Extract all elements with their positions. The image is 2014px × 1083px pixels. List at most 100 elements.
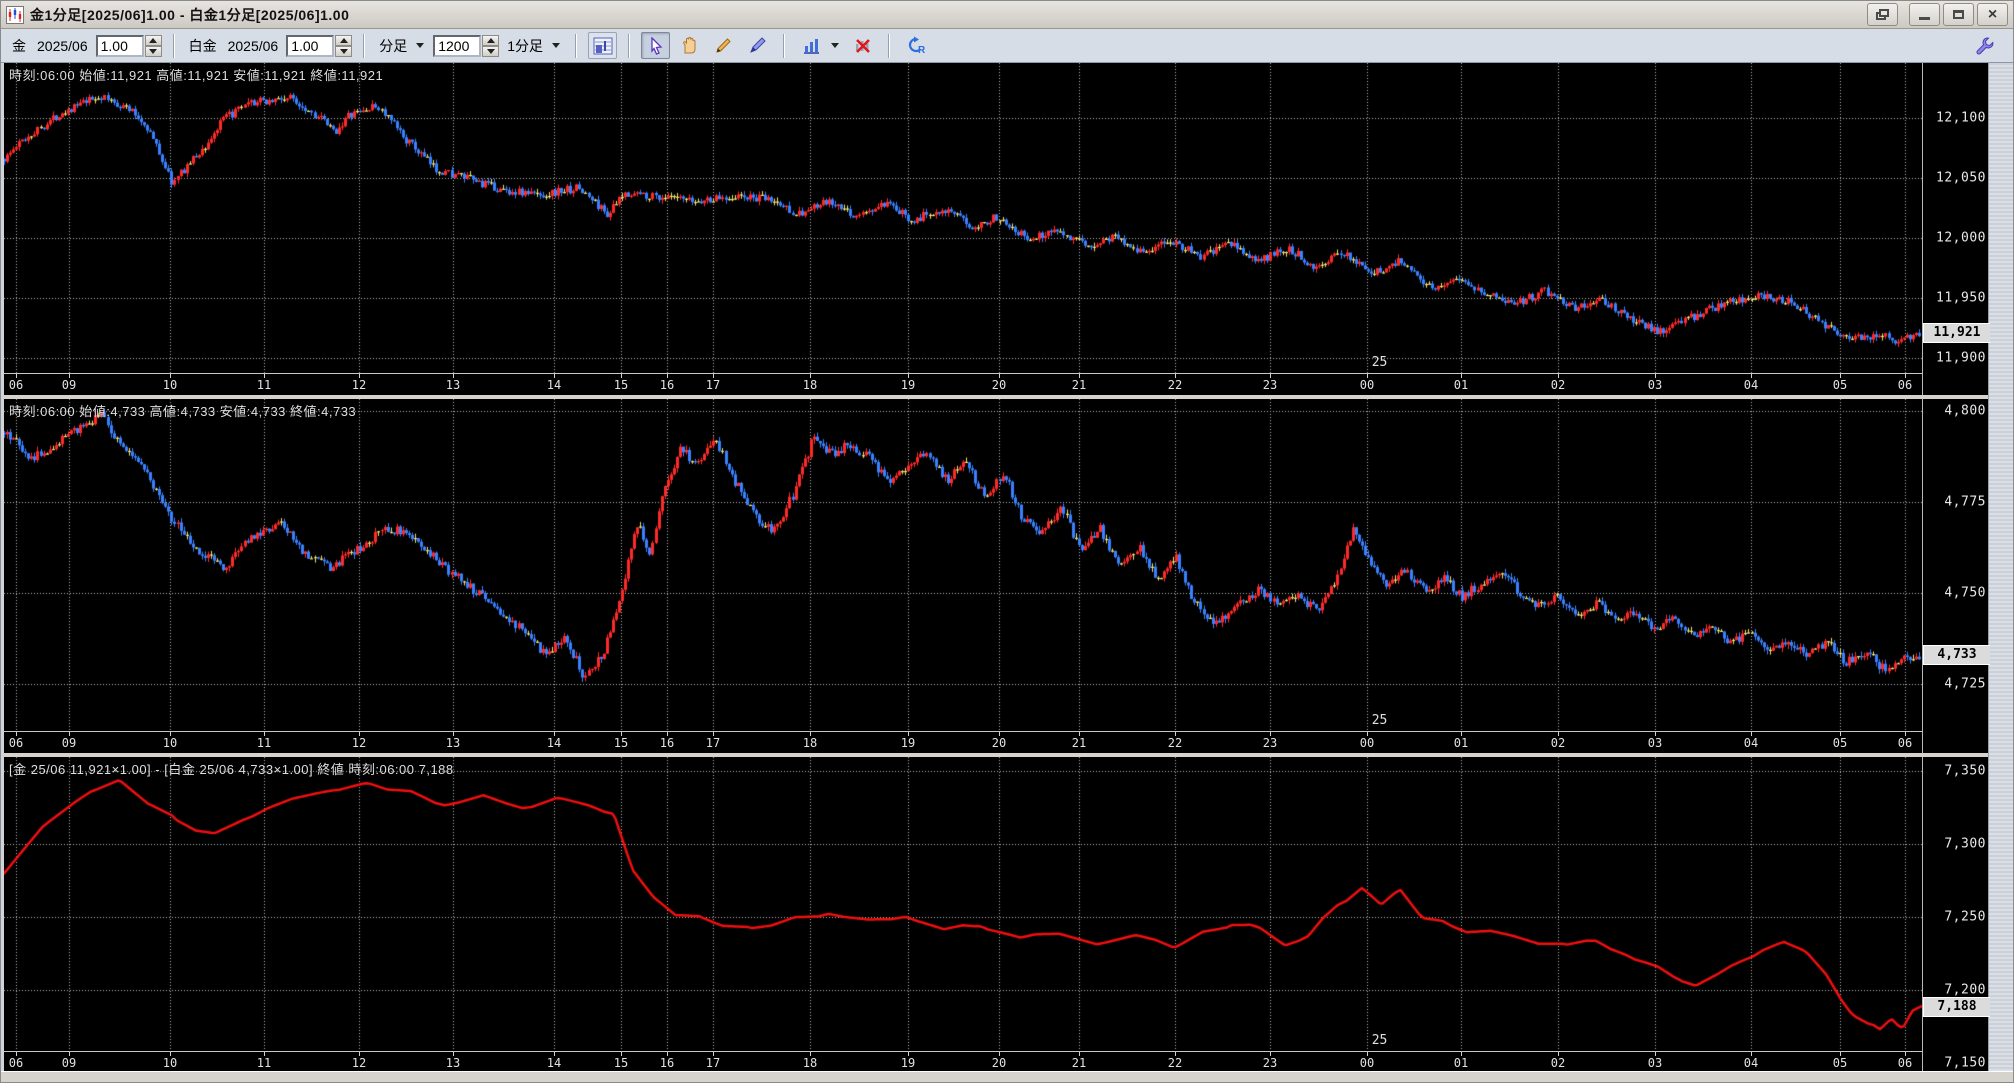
time-tick-label: 19	[900, 1056, 916, 1070]
time-tick-label: 21	[1071, 1056, 1087, 1070]
window-frame-left	[1, 63, 4, 1071]
platinum-plot-area: 時刻:06:00 始値:4,733 高値:4,733 安値:4,733 終値:4…	[4, 399, 1923, 731]
time-tick-label: 22	[1167, 736, 1183, 750]
time-tick-label: 14	[546, 736, 562, 750]
wrench-settings-button[interactable]	[1970, 32, 1999, 59]
maximize-icon	[1953, 10, 1964, 19]
gold-ratio-spinbox	[95, 34, 162, 57]
time-tick-label: 01	[1453, 736, 1469, 750]
platinum-label: 白金	[188, 37, 217, 54]
gold-label: 金	[12, 37, 26, 54]
toolbar-separator	[628, 33, 631, 58]
gold-ratio-up-button[interactable]	[144, 34, 162, 46]
platinum-ratio-input[interactable]	[286, 34, 335, 57]
time-tick-label: 17	[705, 378, 721, 392]
time-tick-label: 09	[61, 1056, 77, 1070]
bar-count-spinbox	[433, 34, 500, 57]
platinum-candlestick-chart[interactable]	[4, 399, 1922, 731]
minimize-icon	[1919, 17, 1930, 20]
price-tick-label: 4,800	[1944, 403, 1986, 419]
bar-chart-type-button[interactable]	[796, 32, 825, 59]
time-tick-label: 13	[445, 1056, 461, 1070]
minimize-button[interactable]	[1909, 3, 1940, 26]
interval-dropdown[interactable]: 1分足	[507, 36, 543, 56]
refresh-button[interactable]: R	[901, 32, 930, 59]
platinum-month: 2025/06	[227, 37, 279, 54]
time-tick-label: 19	[900, 736, 916, 750]
close-button[interactable]: ×	[1977, 3, 2008, 26]
time-tick-label: 10	[162, 1056, 178, 1070]
toolbar-separator	[363, 33, 366, 58]
time-tick-label: 01	[1453, 1056, 1469, 1070]
bar-count-input[interactable]	[433, 34, 482, 57]
gold-ratio-input[interactable]	[95, 34, 144, 57]
select-cursor-button[interactable]	[641, 32, 671, 59]
spread-line-chart[interactable]	[4, 757, 1922, 1051]
time-tick-label: 00	[1359, 736, 1375, 750]
window-frame-bottom	[1, 1071, 2013, 1082]
bar-chart-icon	[803, 38, 819, 54]
platinum-ratio-up-button[interactable]	[335, 34, 353, 46]
float-window-button[interactable]	[1867, 3, 1898, 26]
time-tick-label: 06	[8, 1056, 24, 1070]
time-tick-label: 06	[1897, 1056, 1913, 1070]
time-tick-label: 22	[1167, 1056, 1183, 1070]
toolbar: 金 2025/06 白金 2025/06 分足 1分足	[1, 29, 2013, 63]
pencil-draw-icon	[716, 38, 731, 53]
date-label: 25	[1371, 355, 1388, 370]
time-tick-label: 22	[1167, 378, 1183, 392]
window-buttons: ×	[1867, 3, 2008, 26]
time-tick-label: 02	[1550, 1056, 1566, 1070]
time-tick-label: 21	[1071, 378, 1087, 392]
chart-settings-icon	[593, 37, 613, 54]
bar-count-down-button[interactable]	[482, 45, 500, 57]
time-tick-label: 20	[991, 736, 1007, 750]
time-tick-label: 12	[351, 1056, 367, 1070]
platinum-ratio-down-button[interactable]	[335, 45, 353, 57]
time-tick-label: 05	[1832, 736, 1848, 750]
spread-chart-panel: [金 25/06 11,921×1.00] - [白金 25/06 4,733×…	[4, 757, 1990, 1073]
bar-type-dropdown[interactable]: 分足	[379, 36, 407, 56]
time-tick-label: 20	[991, 378, 1007, 392]
platinum-ratio-spinbox	[286, 34, 353, 57]
gold-month: 2025/06	[37, 37, 88, 54]
toolbar-separator	[783, 33, 786, 58]
time-tick-label: 03	[1647, 1056, 1663, 1070]
time-tick-label: 17	[705, 1056, 721, 1070]
platinum-price-axis: 4,800 4,775 4,750 4,725 4,733	[1923, 399, 1990, 753]
time-tick-label: 18	[802, 736, 818, 750]
maximize-button[interactable]	[1943, 3, 1974, 26]
window-frame-right	[1988, 63, 2013, 1071]
time-tick-label: 11	[256, 1056, 272, 1070]
spread-formula-readout: [金 25/06 11,921×1.00] - [白金 25/06 4,733×…	[9, 762, 454, 777]
chevron-down-icon[interactable]	[552, 43, 561, 48]
time-tick-label: 15	[613, 1056, 629, 1070]
svg-text:R: R	[918, 45, 926, 55]
time-tick-label: 12	[351, 378, 367, 392]
toolbar-separator	[172, 33, 175, 58]
time-tick-label: 05	[1832, 1056, 1848, 1070]
time-tick-label: 06	[1897, 736, 1913, 750]
chevron-down-icon[interactable]	[831, 43, 840, 48]
chevron-down-icon[interactable]	[416, 43, 425, 48]
pen-draw-button[interactable]	[743, 32, 772, 59]
time-tick-label: 01	[1453, 378, 1469, 392]
gold-candlestick-chart[interactable]	[4, 63, 1922, 373]
hand-pan-button[interactable]	[675, 32, 704, 59]
platinum-time-axis: 06 09 10 11 12 13 14 15 16 17 18 19 20 21 22 23 00 01 02 03…	[4, 731, 1923, 753]
date-label: 25	[1371, 713, 1388, 728]
time-tick-label: 23	[1262, 736, 1278, 750]
delete-drawings-button[interactable]	[848, 32, 877, 59]
close-icon: ×	[1987, 5, 1998, 23]
select-cursor-icon	[650, 36, 662, 55]
time-tick-label: 11	[256, 736, 272, 750]
time-tick-label: 06	[8, 378, 24, 392]
wrench-icon	[1976, 36, 1993, 54]
time-tick-label: 00	[1359, 1056, 1375, 1070]
price-tick-label: 11,950	[1936, 290, 1986, 306]
gold-ratio-down-button[interactable]	[144, 45, 162, 57]
bar-count-up-button[interactable]	[482, 34, 500, 46]
pencil-draw-button[interactable]	[709, 32, 738, 59]
price-tick-label: 7,350	[1944, 763, 1986, 779]
chart-settings-button[interactable]	[588, 32, 618, 59]
